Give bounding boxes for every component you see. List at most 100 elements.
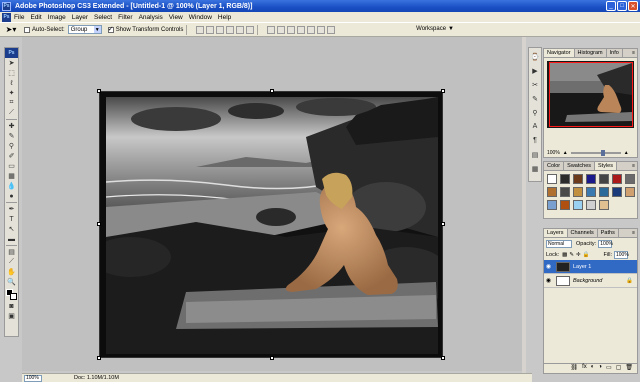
workspace-menu[interactable]: Workspace ▼ xyxy=(416,26,454,32)
move-tool-icon[interactable]: ➤ xyxy=(5,58,18,68)
transform-handle[interactable] xyxy=(441,356,445,360)
delete-layer-icon[interactable]: 🗑 xyxy=(625,364,633,373)
style-swatch[interactable] xyxy=(612,187,622,197)
layer-row[interactable]: ◉ Layer 1 xyxy=(544,260,637,274)
menu-view[interactable]: View xyxy=(166,14,186,21)
style-swatch[interactable] xyxy=(547,200,557,210)
type-tool-icon[interactable]: T xyxy=(5,214,18,224)
distribute-bottom-icon[interactable] xyxy=(287,25,296,34)
actions-icon[interactable]: ▶ xyxy=(529,65,541,76)
transform-handle[interactable] xyxy=(97,222,101,226)
new-layer-icon[interactable]: ▢ xyxy=(616,364,622,373)
tab-channels[interactable]: Channels xyxy=(568,229,598,237)
menu-edit[interactable]: Edit xyxy=(27,14,44,21)
clone-source-icon[interactable]: ⚲ xyxy=(529,107,541,118)
lock-pixels-icon[interactable]: ✎ xyxy=(569,252,574,258)
style-swatch[interactable] xyxy=(599,174,609,184)
canvas-workarea[interactable] xyxy=(22,37,522,371)
magic-wand-tool-icon[interactable]: ✦ xyxy=(5,88,18,98)
align-vcenter-icon[interactable] xyxy=(206,25,215,34)
align-hcenter-icon[interactable] xyxy=(236,25,245,34)
crop-tool-icon[interactable]: ⌗ xyxy=(5,98,18,108)
navigator-zoom-slider[interactable] xyxy=(570,150,621,156)
paragraph-icon[interactable]: ¶ xyxy=(529,135,541,146)
opacity-field[interactable]: 100% xyxy=(598,239,613,248)
menu-file[interactable]: File xyxy=(11,14,27,21)
doc-size-info[interactable]: Doc: 1.10M/1.10M xyxy=(74,375,119,381)
align-right-icon[interactable] xyxy=(246,25,255,34)
zoom-field[interactable]: 100% xyxy=(24,374,42,382)
navigator-thumbnail[interactable] xyxy=(547,61,634,128)
align-bottom-icon[interactable] xyxy=(216,25,225,34)
auto-select-dropdown[interactable]: Group ▼ xyxy=(67,25,102,34)
tab-paths[interactable]: Paths xyxy=(598,229,619,237)
tool-presets-icon[interactable]: ✂ xyxy=(529,79,541,90)
tab-histogram[interactable]: Histogram xyxy=(575,49,607,57)
distribute-left-icon[interactable] xyxy=(297,25,306,34)
lasso-tool-icon[interactable]: ℓ xyxy=(5,78,18,88)
panel-menu-icon[interactable]: ≡ xyxy=(630,162,637,170)
menu-select[interactable]: Select xyxy=(91,14,115,21)
link-layers-icon[interactable]: ⛓ xyxy=(570,364,578,373)
blend-mode-dropdown[interactable]: Normal xyxy=(546,239,572,248)
visibility-eye-icon[interactable]: ◉ xyxy=(544,263,553,270)
eraser-tool-icon[interactable]: ▭ xyxy=(5,161,18,171)
marquee-tool-icon[interactable]: ⬚ xyxy=(5,68,18,78)
document-canvas[interactable] xyxy=(97,89,445,360)
quick-mask-icon[interactable]: ◙ xyxy=(5,301,18,311)
pen-tool-icon[interactable]: ✒ xyxy=(5,204,18,214)
lock-transparency-icon[interactable]: ▩ xyxy=(562,252,567,258)
photoshop-logo-icon[interactable]: Ps xyxy=(5,48,18,58)
style-swatch[interactable] xyxy=(573,174,583,184)
eyedropper-tool-icon[interactable]: ⟋ xyxy=(5,257,18,267)
lock-all-icon[interactable]: 🔒 xyxy=(583,252,590,258)
style-swatch[interactable] xyxy=(625,187,635,197)
transform-handle[interactable] xyxy=(441,222,445,226)
photo-layer-image[interactable] xyxy=(106,97,438,354)
document-icon[interactable]: Ps xyxy=(2,12,11,22)
align-left-icon[interactable] xyxy=(226,25,235,34)
transform-handle[interactable] xyxy=(97,89,101,93)
menu-window[interactable]: Window xyxy=(186,14,215,21)
style-swatch[interactable] xyxy=(560,200,570,210)
transform-handle[interactable] xyxy=(270,89,274,93)
menu-help[interactable]: Help xyxy=(215,14,234,21)
path-selection-tool-icon[interactable]: ↖ xyxy=(5,224,18,234)
style-swatch[interactable] xyxy=(560,187,570,197)
close-button[interactable]: ✕ xyxy=(628,1,638,11)
distribute-hcenter-icon[interactable] xyxy=(307,25,316,34)
style-swatch[interactable] xyxy=(599,200,609,210)
show-transform-checkbox[interactable] xyxy=(107,25,114,33)
blur-tool-icon[interactable]: 💧 xyxy=(5,181,18,191)
brushes-icon[interactable]: ✎ xyxy=(529,93,541,104)
color-swatches[interactable] xyxy=(5,289,18,301)
layer-style-icon[interactable]: fx xyxy=(582,364,587,373)
transform-handle[interactable] xyxy=(270,356,274,360)
zoom-in-icon[interactable]: ▲ xyxy=(624,150,629,156)
distribute-top-icon[interactable] xyxy=(267,25,276,34)
notes-tool-icon[interactable]: ▤ xyxy=(5,247,18,257)
menu-layer[interactable]: Layer xyxy=(69,14,91,21)
maximize-button[interactable]: □ xyxy=(617,1,627,11)
layer-row[interactable]: ◉ Background 🔒 xyxy=(544,274,637,288)
tab-swatches[interactable]: Swatches xyxy=(564,162,596,170)
tab-styles[interactable]: Styles xyxy=(595,162,617,170)
lock-position-icon[interactable]: ✛ xyxy=(576,252,581,258)
zoom-tool-icon[interactable]: 🔍 xyxy=(5,277,18,287)
panel-menu-icon[interactable]: ≡ xyxy=(630,49,637,57)
transform-handle[interactable] xyxy=(441,89,445,93)
panel-menu-icon[interactable]: ≡ xyxy=(630,229,637,237)
align-top-icon[interactable] xyxy=(196,25,205,34)
add-mask-icon[interactable]: ◐ xyxy=(591,364,595,373)
distribute-right-icon[interactable] xyxy=(317,25,326,34)
auto-select-checkbox[interactable] xyxy=(24,26,30,33)
style-swatch[interactable] xyxy=(547,187,557,197)
brush-tool-icon[interactable]: ✎ xyxy=(5,131,18,141)
menu-image[interactable]: Image xyxy=(45,14,69,21)
tab-navigator[interactable]: Navigator xyxy=(544,49,575,57)
menu-analysis[interactable]: Analysis xyxy=(136,14,166,21)
screen-mode-icon[interactable]: ▣ xyxy=(5,311,18,321)
tab-info[interactable]: Info xyxy=(607,49,623,57)
animation-icon[interactable]: ▦ xyxy=(529,163,541,174)
dodge-tool-icon[interactable]: ● xyxy=(5,191,18,201)
